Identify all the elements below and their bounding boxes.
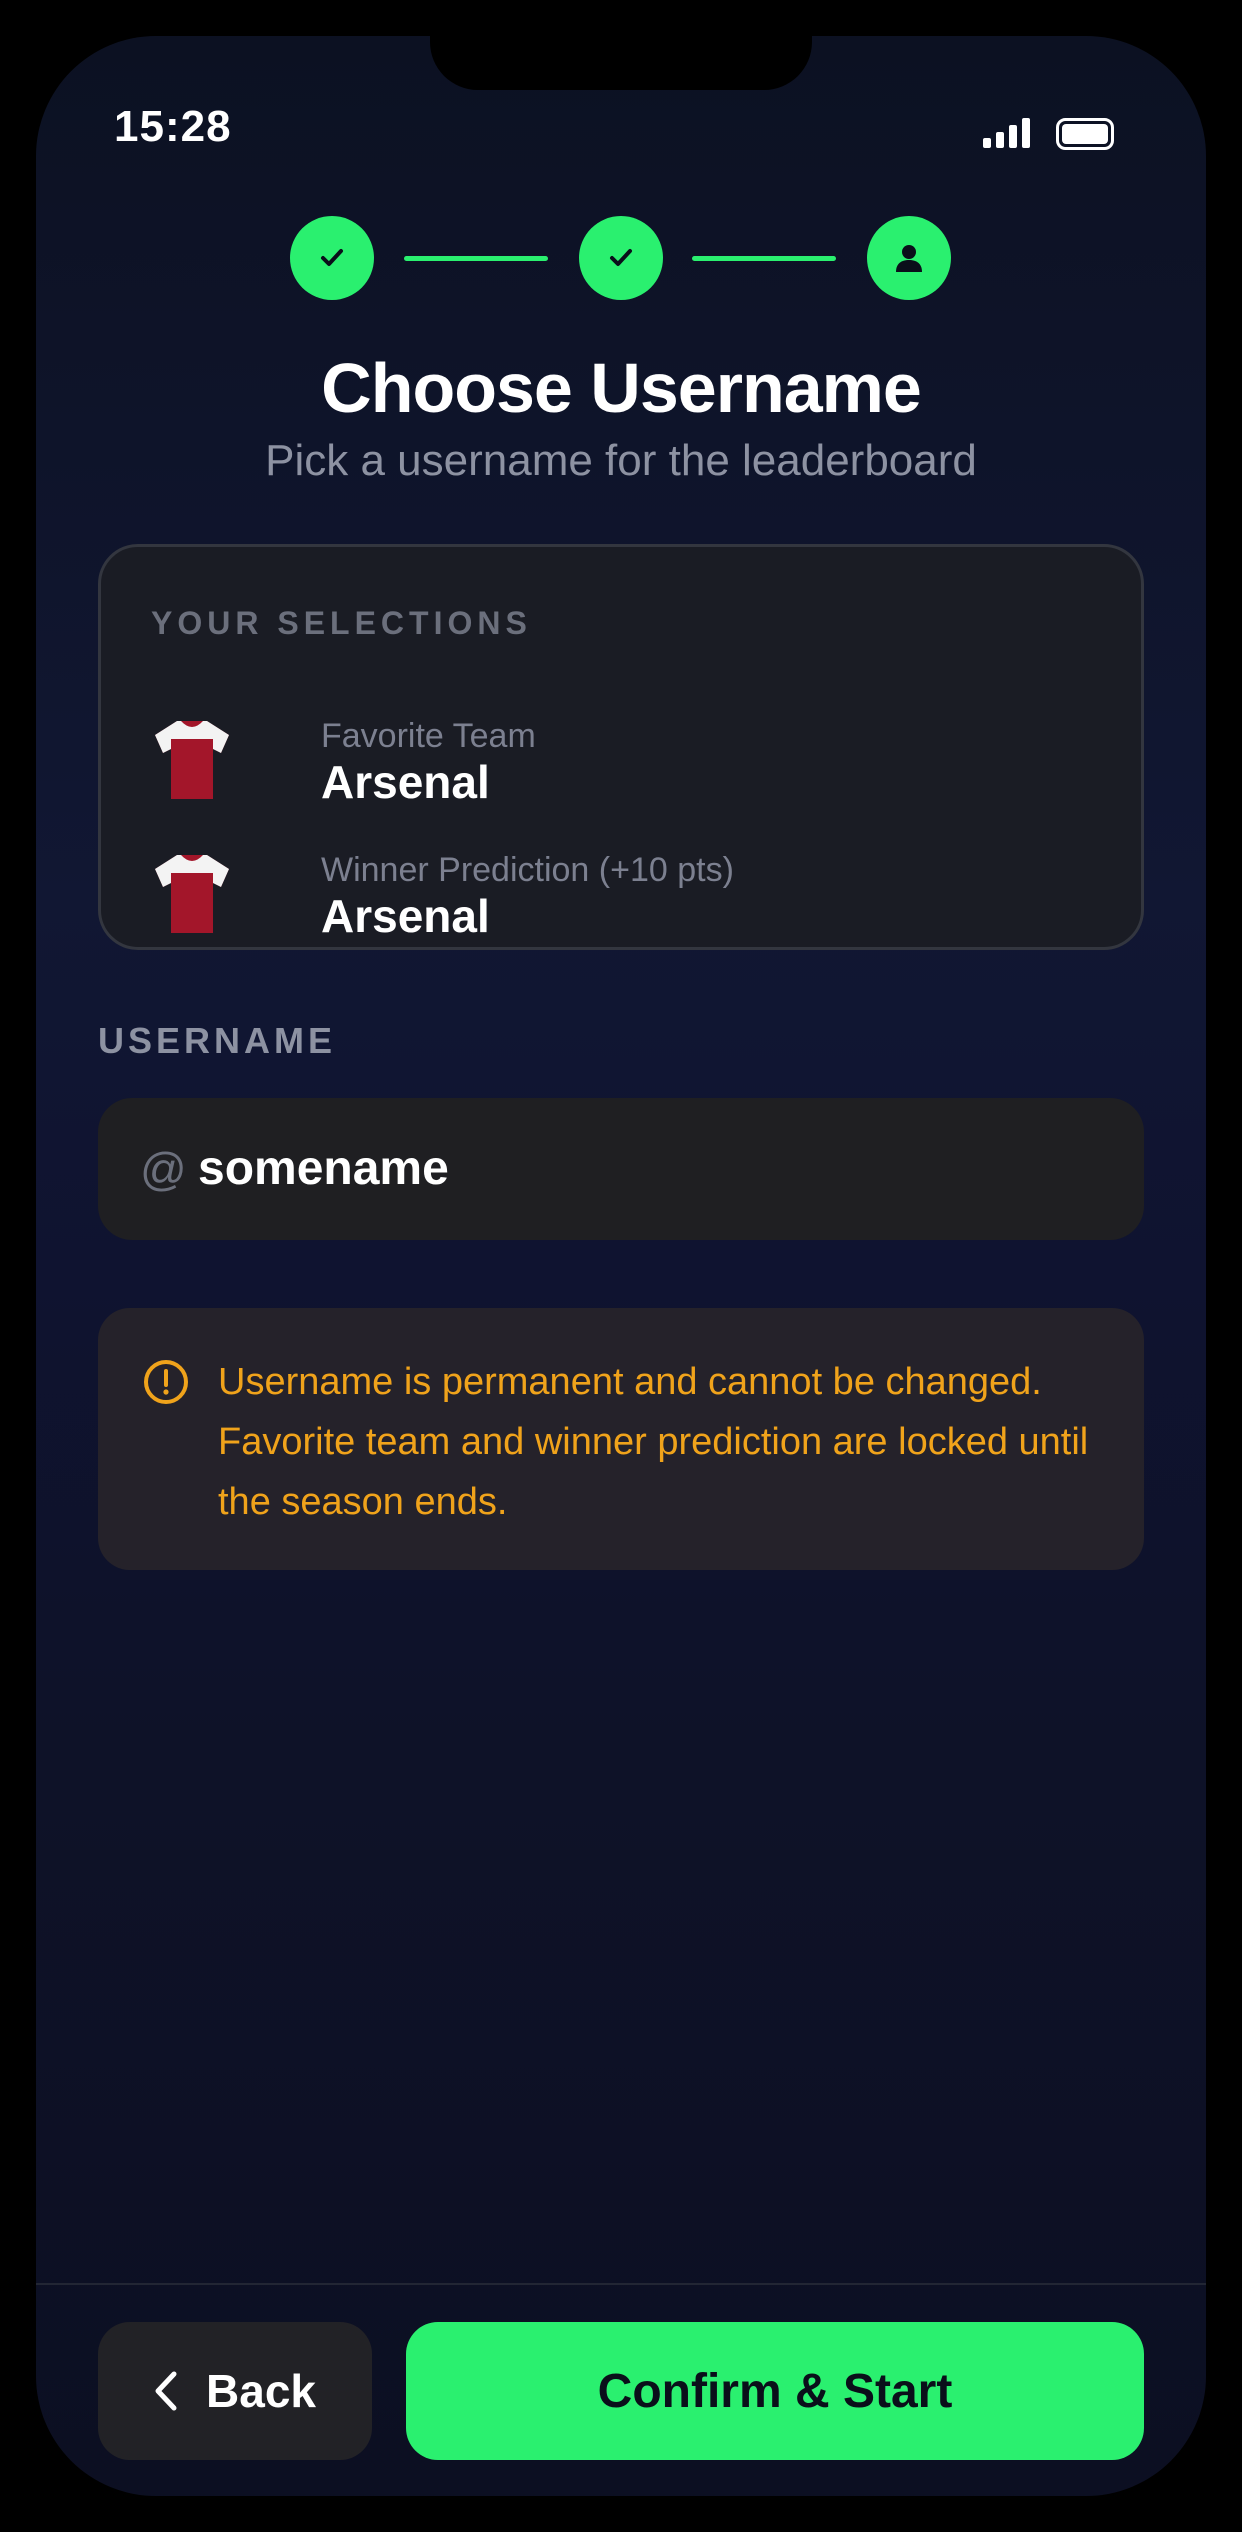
status-time: 15:28 [114, 102, 232, 151]
back-button[interactable]: Back [98, 2322, 372, 2460]
selection-label: Winner Prediction (+10 pts) [321, 851, 734, 889]
back-button-label: Back [206, 2365, 316, 2417]
selections-heading: YOUR SELECTIONS [151, 605, 532, 641]
device-notch [430, 36, 812, 90]
at-prefix: @ [140, 1143, 187, 1195]
selection-favorite-team: Favorite Team Arsenal [151, 717, 1091, 817]
step-2-completed [579, 216, 663, 300]
warning-notice: Username is permanent and cannot be chan… [98, 1308, 1144, 1570]
selection-value: Arsenal [321, 756, 490, 808]
jersey-icon [155, 855, 229, 933]
footer-divider [36, 2283, 1206, 2285]
confirm-button-label: Confirm & Start [597, 2364, 953, 2418]
selections-card: YOUR SELECTIONS Favorite Team Arsenal Wi… [98, 544, 1144, 950]
alert-circle-icon [144, 1360, 188, 1404]
jersey-icon [155, 721, 229, 799]
step-3-current [867, 216, 951, 300]
warning-text: Username is permanent and cannot be chan… [218, 1361, 1089, 1523]
step-connector [692, 256, 836, 261]
username-field[interactable]: @ [98, 1098, 1144, 1240]
checkmark-icon [610, 249, 632, 266]
battery-icon [1056, 118, 1114, 150]
username-label: USERNAME [98, 1020, 337, 1061]
selection-winner-prediction: Winner Prediction (+10 pts) Arsenal [151, 851, 1091, 951]
confirm-start-button[interactable]: Confirm & Start [406, 2322, 1144, 2460]
progress-stepper [36, 216, 1206, 300]
page-subtitle: Pick a username for the leaderboard [265, 436, 977, 485]
checkmark-icon [321, 249, 343, 266]
username-input[interactable] [198, 1128, 1098, 1208]
selection-value: Arsenal [321, 890, 490, 942]
selection-label: Favorite Team [321, 717, 536, 755]
phone-screen: 15:28 Choose Username Pick a username fo… [36, 36, 1206, 2496]
step-1-completed [290, 216, 374, 300]
chevron-left-icon [155, 2371, 177, 2411]
step-connector [404, 256, 548, 261]
user-icon [896, 245, 922, 272]
cellular-signal-icon [983, 118, 1030, 148]
page-title: Choose Username [321, 349, 922, 427]
